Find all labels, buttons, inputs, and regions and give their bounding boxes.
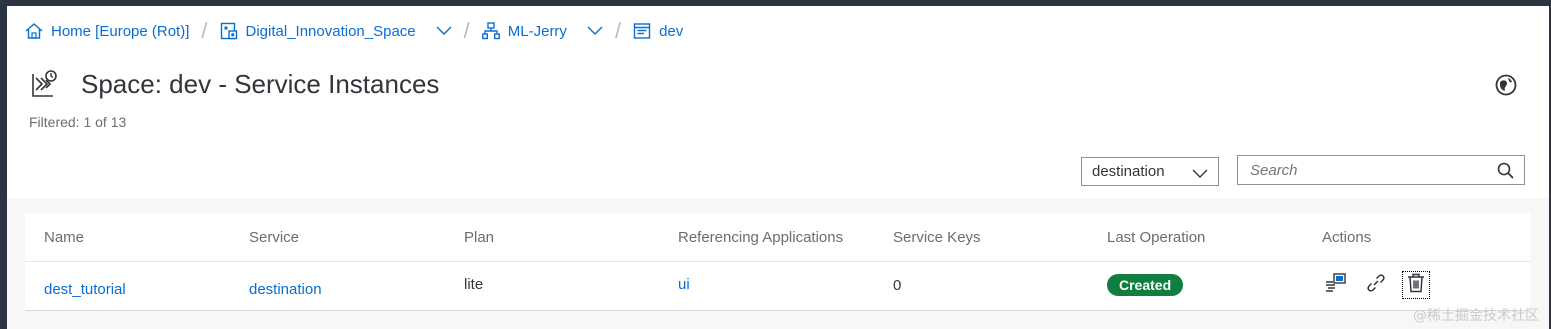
referencing-app-link[interactable]: ui [678,276,690,293]
breadcrumb: Home [Europe (Rot)] / Digital_Innovation… [25,18,683,44]
breadcrumb-space-label: dev [659,22,684,40]
delete-icon [1407,273,1425,297]
instance-name-link[interactable]: dest_tutorial [44,281,126,298]
chevron-down-icon[interactable] [436,26,452,36]
breadcrumb-subaccount-label: Digital_Innovation_Space [245,22,416,40]
service-instances-table: Name Service Plan Referencing Applicatio… [25,213,1530,311]
service-instances-icon [27,68,59,100]
chevron-down-icon[interactable] [587,26,603,36]
breadcrumb-separator: / [201,18,208,43]
breadcrumb-home[interactable]: Home [Europe (Rot)] [25,23,189,40]
column-header-name[interactable]: Name [44,213,84,261]
search-input[interactable] [1248,156,1492,184]
breadcrumb-space[interactable]: dev [633,22,683,40]
column-header-actions: Actions [1322,228,1372,246]
service-keys-icon [1325,273,1347,297]
column-header-referencing-applications[interactable]: Referencing Applications [678,213,843,261]
column-header-service[interactable]: Service [249,213,299,261]
service-filter-select[interactable]: destination [1081,157,1219,186]
globe-icon[interactable] [1495,74,1517,96]
link-icon [1366,273,1386,297]
page-header: Space: dev - Service Instances [27,68,439,100]
chevron-down-icon [1192,166,1208,183]
space-icon [633,22,651,40]
bind-button[interactable] [1363,272,1389,298]
filter-count: Filtered: 1 of 13 [29,114,127,130]
watermark: @稀土掘金技术社区 [1413,308,1539,324]
status-badge: Created [1107,274,1184,296]
breadcrumb-org-label: ML-Jerry [507,22,567,40]
column-header-last-operation[interactable]: Last Operation [1107,213,1205,261]
breadcrumb-home-label: Home [Europe (Rot)] [51,22,190,40]
row-actions [1323,261,1430,309]
breadcrumb-subaccount[interactable]: Digital_Innovation_Space [220,22,452,40]
breadcrumb-separator: / [614,18,622,43]
plan-value: lite [464,275,484,293]
main-panel: Home [Europe (Rot)] / Digital_Innovation… [7,6,1549,329]
search-icon[interactable] [1497,162,1514,184]
service-filter-value: destination [1092,163,1165,180]
page-title: Space: dev - Service Instances [81,68,440,99]
column-header-service-keys[interactable]: Service Keys [893,213,981,261]
service-keys-button[interactable] [1323,272,1349,298]
table-header: Name Service Plan Referencing Applicatio… [25,213,1530,262]
table-container: Name Service Plan Referencing Applicatio… [7,198,1549,329]
column-header-plan[interactable]: Plan [464,213,494,261]
service-link[interactable]: destination [249,281,322,298]
org-icon [481,22,500,40]
table-row[interactable]: dest_tutorial destination lite ui 0 Crea… [25,262,1530,311]
delete-button[interactable] [1402,271,1430,299]
home-icon [25,23,43,39]
breadcrumb-org[interactable]: ML-Jerry [481,22,603,40]
subaccount-icon [220,22,238,40]
service-keys-value: 0 [893,276,902,294]
breadcrumb-separator: / [463,18,470,43]
search-field [1237,155,1525,185]
